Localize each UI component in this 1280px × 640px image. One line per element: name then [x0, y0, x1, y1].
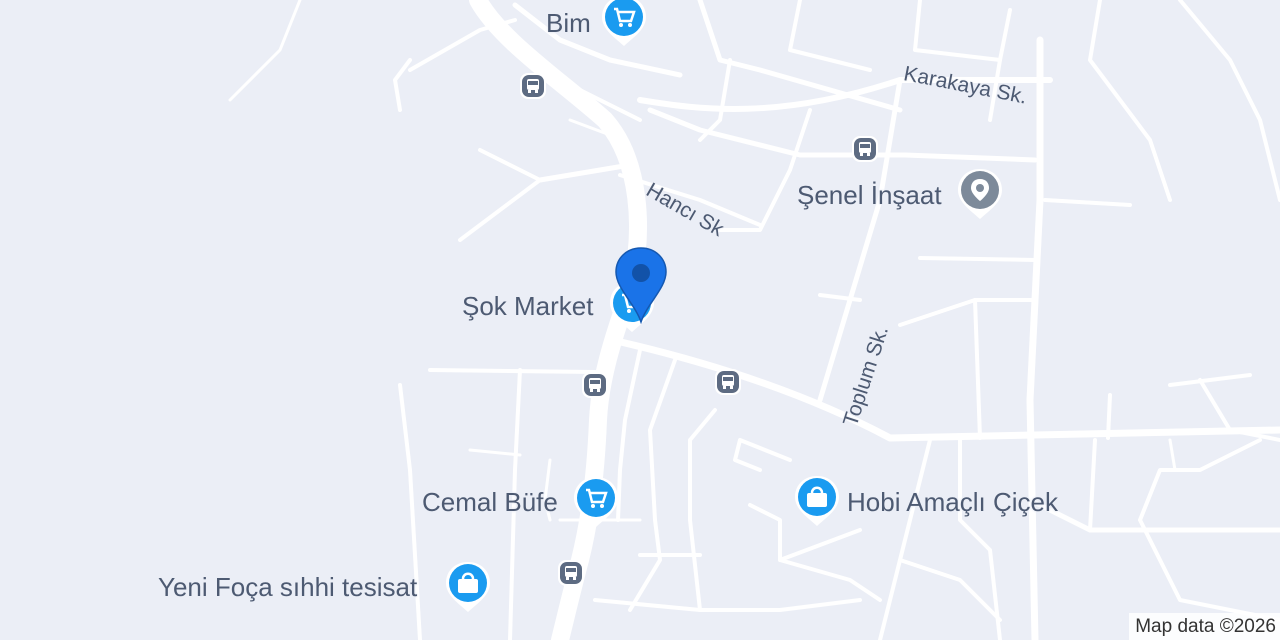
poi-label-hobi-amacli-cicek[interactable]: Hobi Amaçlı Çiçek — [847, 489, 1058, 515]
bus-stop-icon[interactable] — [519, 72, 547, 100]
poi-label-senel-insaat[interactable]: Şenel İnşaat — [797, 182, 942, 208]
poi-label-bim[interactable]: Bim — [546, 10, 591, 36]
map-view[interactable]: Karakaya Sk. Hancı Sk Toplum Sk. Bim Şen… — [0, 0, 1280, 640]
map-attribution[interactable]: Map data ©2026 — [1129, 613, 1280, 640]
place-pin-icon[interactable] — [955, 167, 1005, 225]
cart-icon[interactable] — [571, 475, 621, 533]
bus-stop-icon[interactable] — [714, 368, 742, 396]
poi-label-cemal-bufe[interactable]: Cemal Büfe — [422, 489, 558, 515]
poi-label-yeni-foca[interactable]: Yeni Foça sıhhi tesisat — [158, 574, 417, 600]
location-marker-icon[interactable] — [613, 246, 669, 324]
cart-icon[interactable] — [599, 0, 649, 52]
bus-stop-icon[interactable] — [581, 371, 609, 399]
bus-stop-icon[interactable] — [557, 559, 585, 587]
shopping-bag-icon[interactable] — [443, 560, 493, 618]
bus-stop-icon[interactable] — [851, 135, 879, 163]
shopping-bag-icon[interactable] — [792, 474, 842, 532]
poi-label-sok-market[interactable]: Şok Market — [462, 293, 594, 319]
